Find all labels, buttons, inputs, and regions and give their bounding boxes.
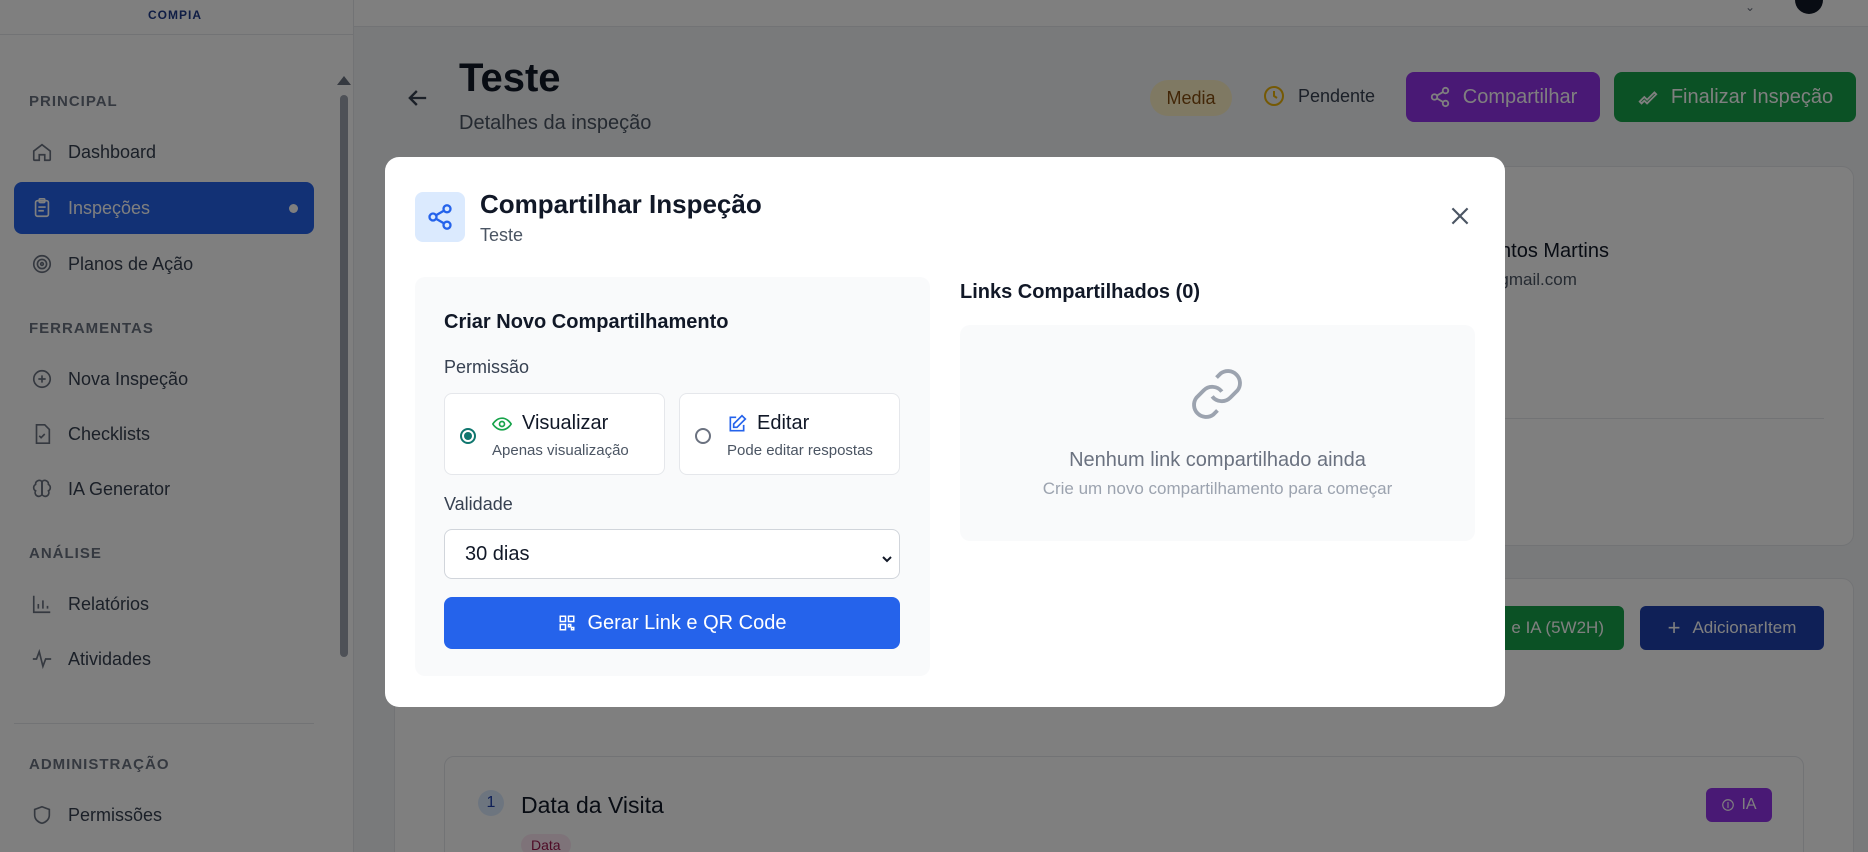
permission-option-view[interactable]: Visualizar Apenas visualização [444,393,665,475]
qr-code-icon [558,614,576,632]
validity-label: Validade [444,494,513,514]
link-icon [1188,365,1246,423]
empty-state-subtitle: Crie um novo compartilhamento para começ… [1042,479,1393,498]
edit-icon [727,414,747,434]
validity-select[interactable]: 30 dias [444,529,900,579]
view-radio[interactable] [460,428,476,444]
shared-links-title: Links Compartilhados (0) [960,281,1201,303]
permission-option-edit[interactable]: Editar Pode editar respostas [679,393,900,475]
share-icon [415,192,465,242]
view-option-title: Visualizar [522,412,609,434]
create-share-title: Criar Novo Compartilhamento [444,311,729,333]
edit-option-title: Editar [757,412,810,434]
eye-icon [491,414,513,434]
empty-state-title: Nenhum link compartilhado ainda [1069,449,1366,471]
permission-label: Permissão [444,357,530,377]
chevron-down-icon [881,548,893,563]
close-icon[interactable] [1447,203,1473,229]
edit-option-desc: Pode editar respostas [727,442,873,459]
view-option-desc: Apenas visualização [492,442,629,459]
share-inspection-modal: Compartilhar Inspeção Teste Criar Novo C… [385,157,1505,707]
modal-subtitle: Teste [480,225,524,245]
create-share-panel: Criar Novo Compartilhamento Permissão Vi… [415,277,930,676]
edit-radio[interactable] [695,428,711,444]
shared-links-empty-state: Nenhum link compartilhado ainda Crie um … [960,325,1475,541]
validity-value: 30 dias [465,542,530,565]
modal-title: Compartilhar Inspeção [480,189,762,219]
generate-link-label: Gerar Link e QR Code [587,611,787,634]
generate-link-button[interactable]: Gerar Link e QR Code [444,597,900,649]
